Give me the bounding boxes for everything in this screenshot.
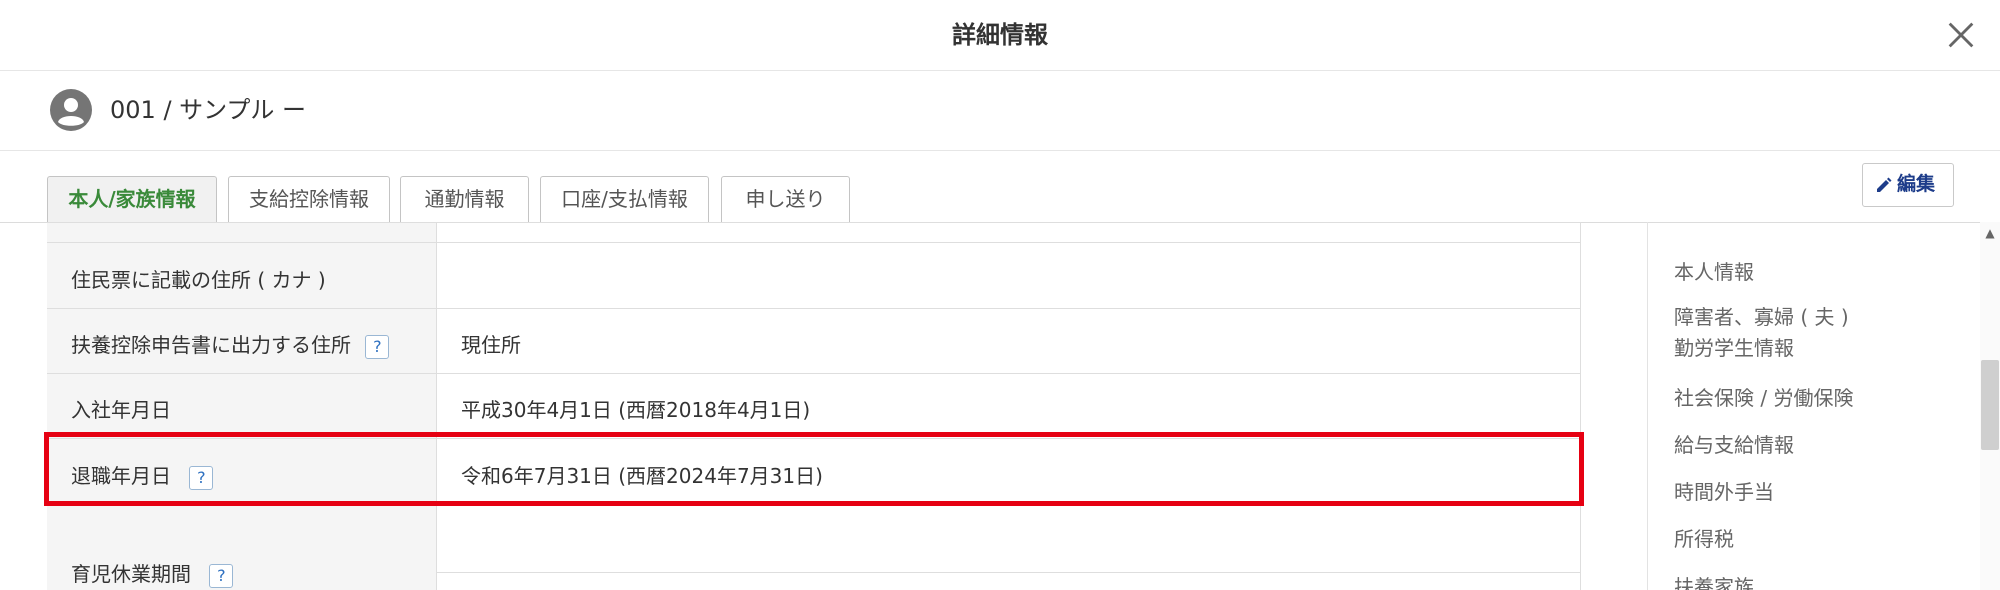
table-row: 住民票に記載の住所 ( カナ ): [47, 242, 1581, 308]
sidebar-divider: [1647, 222, 1648, 590]
row-label: 扶養控除申告書に出力する住所: [71, 333, 351, 357]
row-label: 入社年月日: [71, 398, 171, 422]
row-label-cell: 住民票に記載の住所 ( カナ ): [47, 243, 437, 308]
nav-item-insurance[interactable]: 社会保険 / 労働保険: [1674, 382, 1853, 414]
help-icon[interactable]: ?: [365, 335, 390, 359]
nav-item-salary[interactable]: 給与支給情報: [1674, 429, 1794, 461]
edit-button[interactable]: 編集: [1862, 163, 1954, 207]
highlight-box: [44, 432, 1584, 506]
row-value: 現住所: [461, 333, 521, 357]
nav-item-personal-info[interactable]: 本人情報: [1674, 256, 1754, 288]
table-row: 入社年月日 平成30年4月1日 (西暦2018年4月1日): [47, 373, 1581, 438]
row-label-with-help: 育児休業期間 ?: [71, 558, 234, 588]
row-label-with-help: 扶養控除申告書に出力する住所 ?: [71, 329, 390, 359]
close-icon[interactable]: [1944, 18, 1978, 52]
row-value-cell: 現住所: [437, 309, 1581, 373]
dialog-title: 詳細情報: [952, 21, 1048, 49]
row-label-cell: 育児休業期間 ?: [47, 506, 437, 590]
nav-item-dependents[interactable]: 扶養家族: [1674, 571, 1754, 590]
tab-commute[interactable]: 通勤情報: [400, 176, 529, 222]
row-label-cell: 入社年月日: [47, 374, 437, 438]
pencil-icon: [1877, 177, 1892, 192]
edit-button-label: 編集: [1897, 174, 1936, 195]
nav-item-income-tax[interactable]: 所得税: [1674, 523, 1734, 555]
scroll-up-arrow-icon[interactable]: ▲: [1980, 226, 2000, 240]
employee-header: 001 / サンプル ー: [0, 71, 2000, 151]
nav-item-overtime[interactable]: 時間外手当: [1674, 476, 1774, 508]
tab-personal-family[interactable]: 本人/家族情報: [47, 176, 217, 224]
row-value-cell: [437, 506, 1581, 590]
nav-item-working-student[interactable]: 勤労学生情報: [1674, 332, 1794, 364]
row-label: 住民票に記載の住所 ( カナ ): [71, 268, 326, 292]
table-row: 扶養控除申告書に出力する住所 ? 現住所: [47, 308, 1581, 373]
section-nav: 本人情報 障害者、寡婦 ( 夫 ) 勤労学生情報 社会保険 / 労働保険 給与支…: [1674, 222, 1974, 590]
user-avatar-icon: [50, 89, 92, 131]
help-icon[interactable]: ?: [209, 564, 234, 588]
nav-item-disability-widow[interactable]: 障害者、寡婦 ( 夫 ): [1674, 301, 1849, 333]
row-value-cell: 平成30年4月1日 (西暦2018年4月1日): [437, 374, 1581, 438]
tab-account-payment[interactable]: 口座/支払情報: [540, 176, 709, 222]
detail-table: 住民票に記載の住所 ( カナ ) 扶養控除申告書に出力する住所 ? 現住所 入社…: [47, 222, 1581, 590]
row-label-cell: 扶養控除申告書に出力する住所 ?: [47, 309, 437, 373]
scrollbar-thumb[interactable]: [1981, 360, 1999, 450]
row-divider: [437, 572, 1580, 573]
table-row: [47, 222, 1581, 242]
tab-payment-deduction[interactable]: 支給控除情報: [228, 176, 390, 222]
row-value-cell: [437, 243, 1581, 308]
employee-name: 001 / サンプル ー: [110, 96, 307, 124]
table-row: 育児休業期間 ?: [47, 505, 1581, 590]
row-value: 平成30年4月1日 (西暦2018年4月1日): [461, 398, 811, 422]
row-label: 育児休業期間: [71, 562, 191, 586]
tab-handover[interactable]: 申し送り: [721, 176, 850, 222]
dialog-header: 詳細情報: [0, 0, 2000, 71]
